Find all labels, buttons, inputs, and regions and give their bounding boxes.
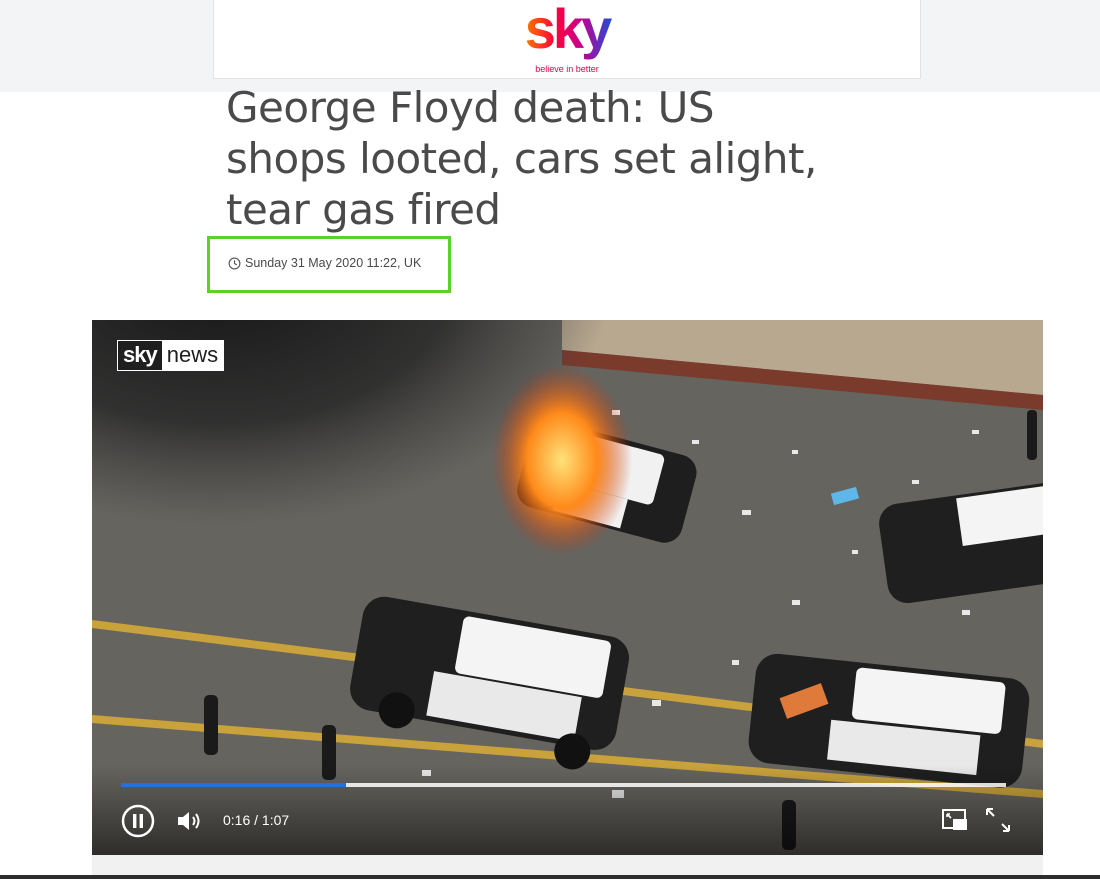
- badge-sky-text: sky: [118, 341, 162, 370]
- picture-in-picture-icon: [942, 809, 967, 830]
- tagline: believe in better: [535, 64, 599, 74]
- video-progress-bar[interactable]: [121, 783, 1006, 787]
- video-progress-fill: [121, 783, 346, 787]
- sky-logo-mark: sky: [525, 0, 615, 60]
- fullscreen-button[interactable]: [984, 806, 1012, 834]
- clock-icon: [228, 257, 241, 269]
- sky-news-badge: sky news: [117, 340, 225, 371]
- pause-button[interactable]: [121, 804, 155, 838]
- site-header: sky believe in better: [213, 0, 921, 79]
- sky-logo-text: sky: [525, 0, 612, 60]
- timestamp-highlight: Sunday 31 May 2020 11:22, UK: [207, 236, 451, 293]
- volume-icon: [178, 812, 200, 830]
- fullscreen-icon: [986, 808, 1010, 832]
- video-player[interactable]: sky news 0:16 / 1:07: [92, 320, 1043, 855]
- volume-button[interactable]: [177, 810, 203, 832]
- sky-logo[interactable]: sky: [214, 0, 920, 64]
- picture-in-picture-button[interactable]: [941, 807, 969, 833]
- article-timestamp: Sunday 31 May 2020 11:22, UK: [228, 256, 421, 270]
- controls-overlay: [92, 765, 1043, 855]
- pause-icon: [121, 804, 155, 838]
- article-headline: George Floyd death: US shops looted, car…: [226, 83, 817, 234]
- timestamp-text: Sunday 31 May 2020 11:22, UK: [245, 256, 422, 270]
- video-time-display: 0:16 / 1:07: [223, 812, 290, 828]
- badge-news-text: news: [161, 341, 224, 370]
- bottom-divider: [0, 875, 1100, 879]
